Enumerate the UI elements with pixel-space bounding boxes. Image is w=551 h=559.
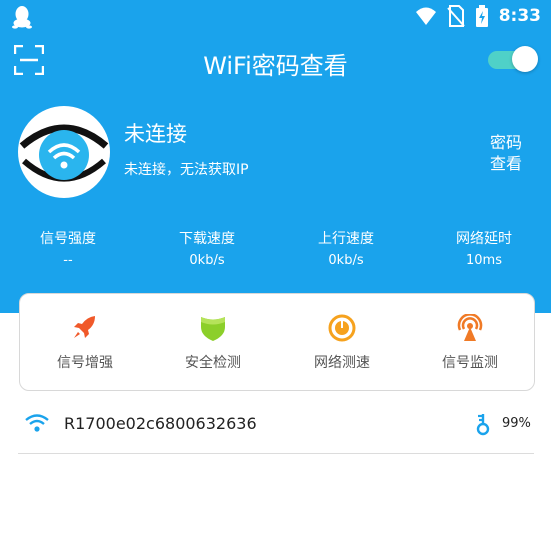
stat-label: 信号强度	[40, 231, 96, 247]
tool-security-check[interactable]: 安全检测	[158, 314, 268, 372]
signal-tower-icon	[457, 314, 483, 341]
status-time: 8:33	[498, 6, 541, 26]
tool-label: 网络测速	[314, 355, 370, 371]
tools-card: 信号增强 安全检测 网络测速 信号监测	[19, 293, 535, 391]
stat-value: 0kb/s	[328, 253, 364, 268]
wifi-toggle[interactable]	[486, 46, 538, 72]
stat-label: 下载速度	[179, 231, 235, 247]
connection-status-title: 未连接	[124, 122, 187, 146]
tool-label: 安全检测	[185, 355, 241, 371]
view-password-button[interactable]: 密码 查看	[486, 132, 526, 174]
tool-signal-boost[interactable]: 信号增强	[30, 314, 140, 372]
connection-status-subtitle: 未连接，无法获取IP	[124, 162, 249, 178]
wifi-status-icon	[415, 7, 436, 25]
eye-wifi-logo-icon	[19, 124, 109, 182]
status-bar: 8:33	[0, 0, 551, 34]
stat-value: 0kb/s	[189, 253, 225, 268]
stat-upload-speed: 上行速度 0kb/s	[286, 228, 406, 268]
stat-latency: 网络延时 10ms	[424, 228, 544, 268]
tool-label: 信号监测	[442, 355, 498, 371]
stat-signal-strength: 信号强度 --	[8, 228, 128, 268]
stat-label: 上行速度	[318, 231, 374, 247]
key-icon	[476, 414, 490, 436]
stat-download-speed: 下载速度 0kb/s	[147, 228, 267, 268]
app-header: WiFi密码查看	[0, 38, 551, 84]
stat-value: --	[63, 253, 73, 268]
network-stats: 信号强度 -- 下载速度 0kb/s 上行速度 0kb/s 网络延时 10ms	[0, 228, 551, 272]
tool-label: 信号增强	[57, 355, 113, 371]
view-password-label-line2: 查看	[489, 154, 522, 173]
tool-signal-monitor[interactable]: 信号监测	[415, 314, 525, 372]
network-list-item[interactable]: R1700e02c6800632636 99%	[18, 400, 534, 454]
view-password-label-line1: 密码	[489, 133, 522, 152]
app-logo	[18, 106, 110, 198]
qq-icon	[12, 6, 32, 29]
stat-value: 10ms	[466, 253, 502, 268]
speedometer-icon	[328, 314, 356, 342]
stat-label: 网络延时	[456, 231, 512, 247]
toggle-knob	[512, 46, 538, 72]
rocket-icon	[74, 316, 95, 338]
network-signal-strength: 99%	[502, 416, 531, 431]
no-sim-icon	[446, 5, 465, 27]
battery-charging-icon	[475, 5, 488, 27]
network-ssid: R1700e02c6800632636	[64, 414, 257, 433]
tool-speed-test[interactable]: 网络测速	[287, 314, 397, 372]
shield-icon	[201, 317, 225, 341]
app-title: WiFi密码查看	[203, 52, 348, 80]
wifi-icon	[25, 414, 49, 432]
